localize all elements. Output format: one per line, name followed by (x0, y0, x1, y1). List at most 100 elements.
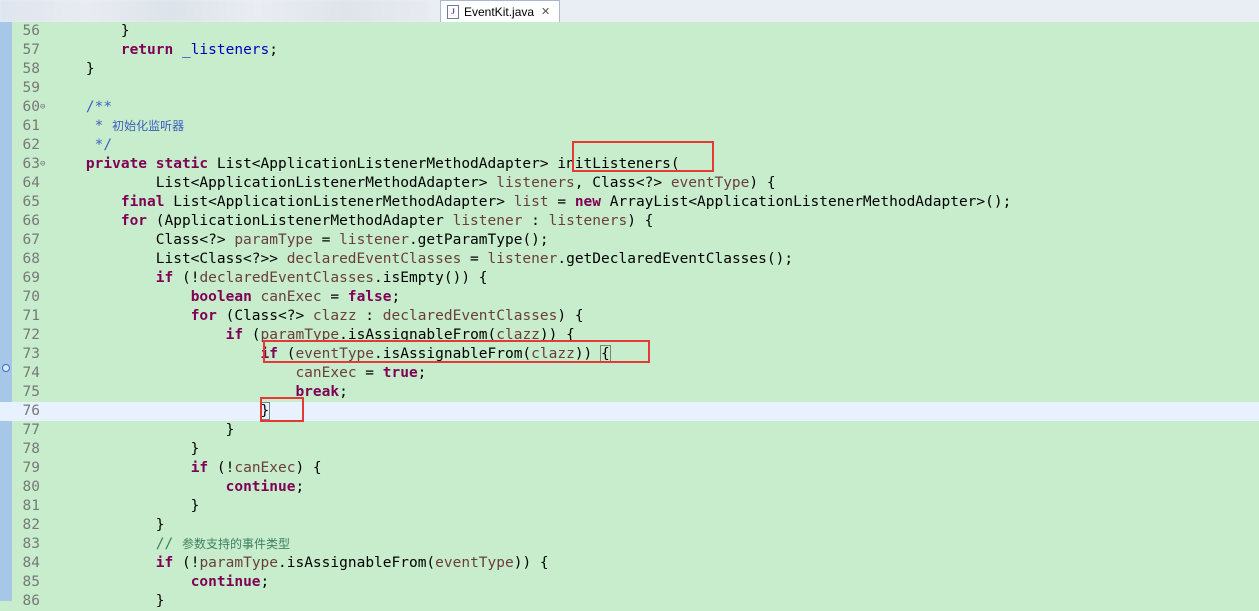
close-icon[interactable]: ✕ (541, 5, 550, 18)
code-line[interactable]: 84 if (!paramType.isAssignableFrom(event… (0, 554, 1259, 573)
code-line[interactable]: 76 } (0, 402, 1259, 421)
code-token: } (51, 422, 235, 438)
code-line[interactable]: 86 } (0, 592, 1259, 611)
code-token: ; (339, 384, 348, 400)
code-line[interactable]: 75 break; (0, 383, 1259, 402)
code-line[interactable]: 66 for (ApplicationListenerMethodAdapter… (0, 212, 1259, 231)
code-line[interactable]: 59 (0, 79, 1259, 98)
code-line[interactable]: 64 List<ApplicationListenerMethodAdapter… (0, 174, 1259, 193)
code-token: 初始化监听器 (112, 119, 185, 133)
code-token: canExec (295, 365, 357, 381)
line-number: 58 (22, 61, 40, 77)
code-token: listeners (496, 175, 575, 191)
code-text: if (!paramType.isAssignableFrom(eventTyp… (51, 554, 549, 573)
line-number: 68 (22, 251, 40, 267)
code-token: = (321, 289, 348, 305)
code-line[interactable]: 65 final List<ApplicationListenerMethodA… (0, 193, 1259, 212)
code-token: boolean (190, 289, 252, 305)
code-line[interactable]: 85 continue; (0, 573, 1259, 592)
code-token: .isEmpty()) { (374, 270, 488, 286)
code-text: } (51, 60, 95, 79)
code-token: } (51, 23, 130, 39)
code-line[interactable]: 71 for (Class<?> clazz : declaredEventCl… (0, 307, 1259, 326)
code-line[interactable]: 61 * 初始化监听器 (0, 117, 1259, 136)
code-token: continue (225, 479, 296, 495)
code-text: boolean canExec = false; (51, 288, 401, 307)
code-token: if (190, 460, 209, 476)
line-number: 60 (22, 99, 40, 115)
code-line[interactable]: 56 } (0, 22, 1259, 41)
code-text: } (51, 497, 200, 516)
code-token: )) { (513, 555, 549, 571)
code-token: // (155, 536, 182, 552)
code-text: /** (51, 98, 112, 117)
code-token: (! (208, 460, 235, 476)
code-token: /** (85, 99, 113, 115)
tab-label: EventKit.java (464, 4, 535, 19)
override-marker-icon (2, 364, 10, 372)
code-line[interactable]: 77 } (0, 421, 1259, 440)
code-text: } (51, 592, 165, 611)
code-token: paramType (199, 555, 279, 571)
code-token: = (548, 194, 575, 210)
line-number: 65 (22, 194, 40, 210)
code-editor[interactable]: 56 } 57 return _listeners; 58 } 59 60 ⊖ /** 61… (0, 22, 1259, 609)
code-text: canExec = true; (51, 364, 426, 383)
code-token: listener (487, 251, 558, 267)
line-number: 83 (22, 536, 40, 552)
code-token: List<ApplicationListenerMethodAdapter> (164, 194, 514, 210)
line-number: 80 (22, 479, 40, 495)
line-number: 64 (22, 175, 40, 191)
code-token: List<ApplicationListenerMethodAdapter> (51, 175, 497, 191)
code-token: if (155, 555, 174, 571)
line-number: 70 (22, 289, 40, 305)
highlight-box-closing-brace (260, 397, 304, 422)
code-line[interactable]: 83 // 参数支持的事件类型 (0, 535, 1259, 554)
code-token: ; (391, 289, 401, 305)
code-token: listener (339, 232, 409, 248)
code-line[interactable]: 70 boolean canExec = false; (0, 288, 1259, 307)
code-line[interactable]: 82 } (0, 516, 1259, 535)
tab-eventkit-java[interactable]: J EventKit.java ✕ (440, 0, 560, 22)
code-text: } (51, 402, 271, 421)
code-line[interactable]: 74 canExec = true; (0, 364, 1259, 383)
code-token: true (382, 365, 418, 381)
code-token: canExec (260, 289, 322, 305)
editor-tab-bar: J EventKit.java ✕ (0, 0, 1259, 23)
code-line[interactable]: 69 if (!declaredEventClasses.isEmpty()) … (0, 269, 1259, 288)
code-token: (Class<?> (216, 308, 313, 324)
code-line[interactable]: 60 ⊖ /** (0, 98, 1259, 117)
code-line[interactable]: 78 } (0, 440, 1259, 459)
code-token: false (347, 289, 392, 305)
code-text: } (51, 421, 235, 440)
code-token: final (120, 194, 165, 210)
code-line[interactable]: 79 if (!canExec) { (0, 459, 1259, 478)
code-token: return (120, 42, 174, 58)
code-token: = (312, 232, 340, 248)
code-token: } (51, 441, 200, 457)
code-line[interactable]: 58 } (0, 60, 1259, 79)
code-line[interactable]: 57 return _listeners; (0, 41, 1259, 60)
code-line[interactable]: 80 continue; (0, 478, 1259, 497)
code-line[interactable]: 67 Class<?> paramType = listener.getPara… (0, 231, 1259, 250)
code-token: for (120, 213, 148, 229)
code-token: */ (51, 137, 113, 153)
line-number: 61 (22, 118, 40, 134)
code-text: if (!canExec) { (51, 459, 322, 478)
code-line[interactable]: 81 } (0, 497, 1259, 516)
code-text: final List<ApplicationListenerMethodAdap… (51, 193, 1012, 212)
code-line[interactable]: 68 List<Class<?>> declaredEventClasses =… (0, 250, 1259, 269)
fold-toggle-icon[interactable]: ⊖ (40, 98, 45, 117)
code-token: 参数支持的事件类型 (181, 537, 290, 551)
code-token: : (356, 308, 383, 324)
fold-toggle-icon[interactable]: ⊖ (40, 155, 45, 174)
